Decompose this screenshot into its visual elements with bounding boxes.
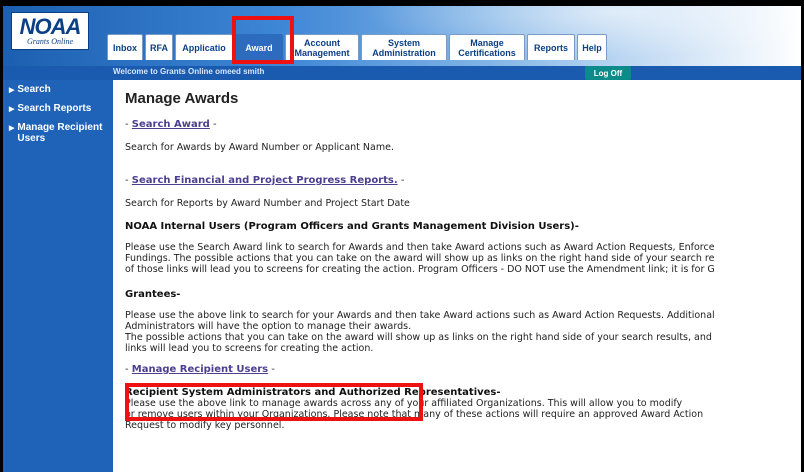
tab-application[interactable]: Applicatio <box>175 34 233 60</box>
manage-recipient-line: - Manage Recipient Users - <box>125 364 275 375</box>
internal-users-text-3: of those links will lead you to screens … <box>125 264 715 275</box>
grantees-text-3: The possible actions that you can take o… <box>125 332 712 343</box>
grantees-heading: Grantees- <box>125 289 181 300</box>
page-title: Manage Awards <box>125 90 239 107</box>
financial-reports-line: - Search Financial and Project Progress … <box>125 175 405 186</box>
search-award-link[interactable]: Search Award <box>132 119 210 130</box>
sidebar-item-search-reports[interactable]: ▶ Search Reports <box>3 99 113 118</box>
main-tabs: Inbox RFA Applicatio Award Account Manag… <box>107 32 607 60</box>
sidebar-item-label: Search Reports <box>17 103 92 114</box>
browser-frame: NOAA Grants Online Inbox RFA Applicatio … <box>0 0 804 472</box>
tab-account-management[interactable]: Account Management <box>285 34 359 60</box>
award-tab-highlight <box>232 16 294 64</box>
financial-reports-description: Search for Reports by Award Number and P… <box>125 198 410 209</box>
internal-users-text-2: Fundings. The possible actions that you … <box>125 253 715 264</box>
noaa-logo[interactable]: NOAA Grants Online <box>11 12 89 50</box>
tab-inbox[interactable]: Inbox <box>107 34 143 60</box>
search-financial-reports-link[interactable]: Search Financial and Project Progress Re… <box>132 175 398 186</box>
logo-mark: NOAA <box>19 13 82 39</box>
internal-users-text-1: Please use the Search Award link to sear… <box>125 242 715 253</box>
sidebar-item-manage-recipient-users[interactable]: ▶ Manage Recipient Users <box>3 118 113 147</box>
grantees-text-4: links will lead you to screens for creat… <box>125 343 374 354</box>
arrow-right-icon: ▶ <box>9 125 15 132</box>
arrow-right-icon: ▶ <box>9 106 15 113</box>
logoff-button[interactable]: Log Off <box>585 66 631 80</box>
logo-subtitle: Grants Online <box>27 36 73 46</box>
arrow-right-icon: ▶ <box>9 87 15 94</box>
welcome-text: Welcome to Grants Online omeed smith <box>113 67 265 76</box>
sidebar: ▶ Search ▶ Search Reports ▶ Manage Recip… <box>3 80 113 472</box>
search-award-description: Search for Awards by Award Number or App… <box>125 142 394 153</box>
sidebar-item-search[interactable]: ▶ Search <box>3 80 113 99</box>
grantees-text-2: Administrators will have the option to m… <box>125 321 412 332</box>
manage-recipient-users-link[interactable]: Manage Recipient Users <box>132 364 268 375</box>
internal-users-heading: NOAA Internal Users (Program Officers an… <box>125 221 579 232</box>
tab-manage-certifications[interactable]: Manage Certifications <box>449 34 525 60</box>
recipient-admins-text-3: Request to modify key personnel. <box>125 420 285 431</box>
sidebar-item-label: Manage Recipient Users <box>17 122 103 144</box>
tab-system-administration[interactable]: System Administration <box>361 34 447 60</box>
grantees-text-1: Please use the above link to search for … <box>125 310 715 321</box>
manage-recipient-highlight <box>125 383 423 421</box>
tab-help[interactable]: Help <box>577 34 607 60</box>
tab-rfa[interactable]: RFA <box>145 34 173 60</box>
sidebar-item-label: Search <box>17 84 51 95</box>
tab-reports[interactable]: Reports <box>527 34 575 60</box>
search-award-line: - Search Award - <box>125 119 217 130</box>
